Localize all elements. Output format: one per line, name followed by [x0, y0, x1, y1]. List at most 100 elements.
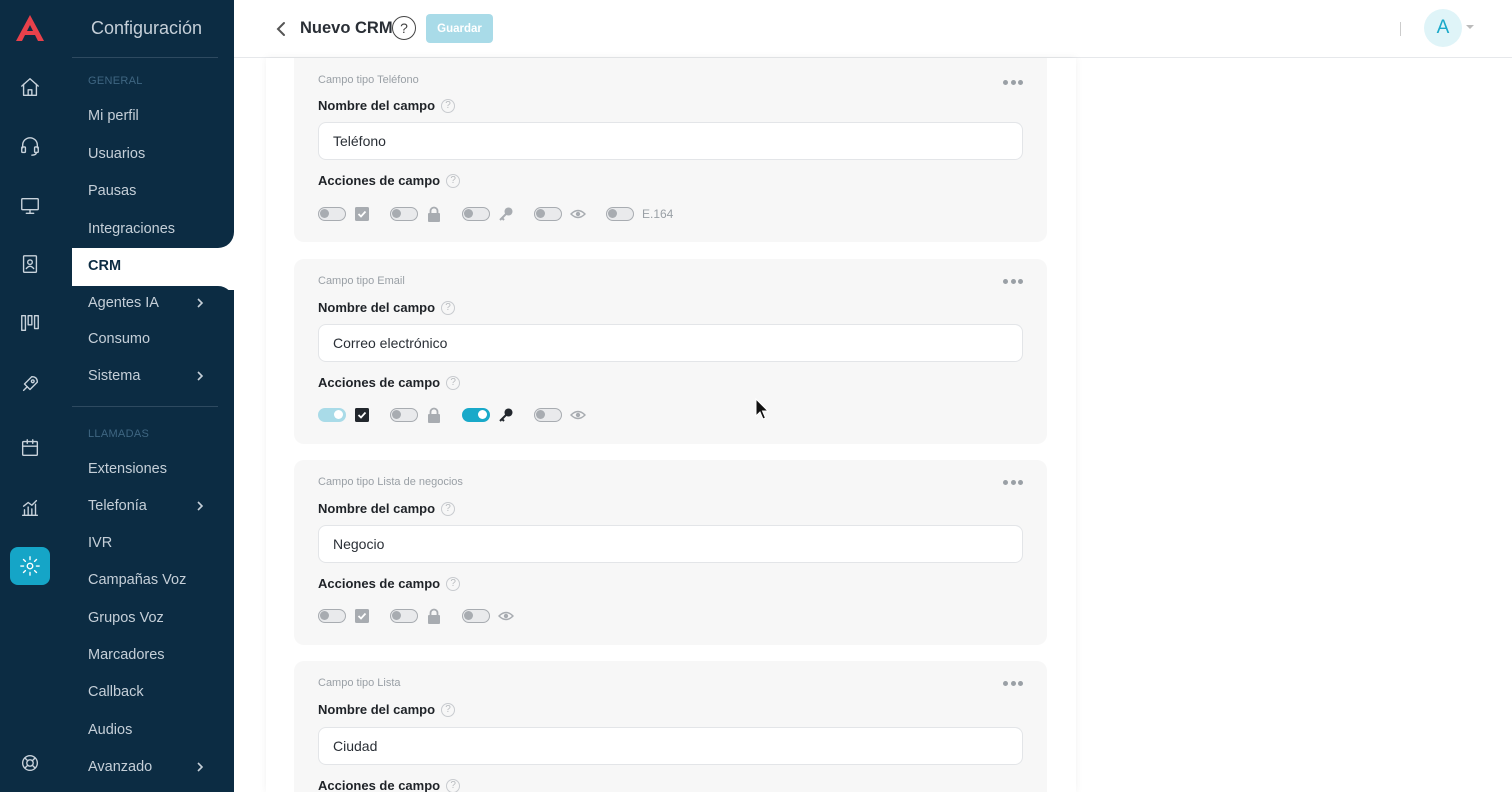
visible-toggle[interactable]: [534, 207, 562, 221]
field-card-telefono: Campo tipo Teléfono Nombre del campo ? T…: [294, 58, 1047, 242]
rocket-icon[interactable]: [16, 370, 44, 398]
home-icon[interactable]: [16, 73, 44, 101]
help-icon[interactable]: ?: [441, 501, 456, 516]
sidebar-item-ivr[interactable]: IVR: [72, 525, 234, 561]
chevron-right-icon: [197, 501, 204, 511]
section-label-llamadas: LLAMADAS: [88, 428, 150, 440]
avatar[interactable]: A: [1424, 9, 1462, 47]
visible-toggle[interactable]: [462, 609, 490, 623]
back-arrow-icon[interactable]: [274, 20, 288, 38]
help-icon[interactable]: ?: [446, 173, 461, 188]
field-name-input[interactable]: Negocio: [318, 525, 1023, 563]
checkbox-checked-icon: [354, 407, 370, 423]
mouse-cursor-icon: [755, 398, 769, 420]
sidebar-item-grupos-voz[interactable]: Grupos Voz: [72, 600, 234, 636]
sidebar-item-extensiones[interactable]: Extensiones: [72, 451, 234, 487]
header-divider: [1400, 22, 1401, 36]
sidebar-item-crm[interactable]: CRM: [72, 248, 234, 284]
chevron-right-icon: [197, 371, 204, 381]
field-type-label: Campo tipo Email: [318, 275, 405, 287]
locked-toggle[interactable]: [390, 207, 418, 221]
field-name-label: Nombre del campo ?: [318, 300, 456, 315]
e164-label: E.164: [642, 207, 674, 221]
visible-toggle[interactable]: [534, 408, 562, 422]
reports-icon[interactable]: [16, 494, 44, 522]
field-actions-label-text: Acciones de campo: [318, 173, 441, 188]
locked-toggle[interactable]: [390, 408, 418, 422]
field-actions-row: E.164: [318, 205, 673, 223]
sidebar-item-pausas[interactable]: Pausas: [72, 173, 234, 209]
field-actions-label: Acciones de campo ?: [318, 173, 461, 188]
headset-icon[interactable]: [16, 132, 44, 160]
sidebar-item-label: Agentes IA: [88, 295, 159, 311]
chevron-right-icon: [197, 762, 204, 772]
help-icon[interactable]: ?: [446, 778, 461, 792]
e164-toggle[interactable]: [606, 207, 634, 221]
field-actions-label: Acciones de campo ?: [318, 375, 461, 390]
unique-key-toggle[interactable]: [462, 408, 490, 422]
sidebar-item-marcadores[interactable]: Marcadores: [72, 637, 234, 673]
field-name-input[interactable]: Correo electrónico: [318, 324, 1023, 362]
field-name-label-text: Nombre del campo: [318, 98, 436, 113]
lock-icon: [426, 608, 442, 624]
save-button[interactable]: Guardar: [426, 14, 493, 43]
help-icon[interactable]: ?: [441, 702, 456, 717]
unique-key-toggle[interactable]: [462, 207, 490, 221]
top-header: Nuevo CRM ? Guardar A: [234, 0, 1512, 58]
sidebar-item-telefonia[interactable]: Telefonía: [72, 488, 234, 524]
sidebar-divider: [72, 406, 218, 407]
app-logo-icon[interactable]: [14, 13, 46, 43]
sidebar-item-agentes-ia[interactable]: Agentes IA: [72, 285, 234, 321]
sidebar-item-sistema[interactable]: Sistema: [72, 358, 234, 394]
sidebar-title: Configuración: [91, 18, 203, 38]
help-icon[interactable]: ?: [441, 98, 456, 113]
checkbox-checked-icon: [354, 608, 370, 624]
field-name-label-text: Nombre del campo: [318, 501, 436, 516]
kanban-icon[interactable]: [16, 309, 44, 337]
sidebar-item-label: Avanzado: [88, 759, 153, 775]
sidebar-item-mi-perfil[interactable]: Mi perfil: [72, 98, 234, 134]
sidebar-divider: [72, 57, 218, 58]
field-actions-label-text: Acciones de campo: [318, 778, 441, 792]
help-icon[interactable]: ?: [446, 375, 461, 390]
sidebar-item-callback[interactable]: Callback: [72, 674, 234, 710]
settings-gear-icon[interactable]: [10, 547, 50, 585]
sidebar-item-label: Telefonía: [88, 498, 147, 514]
help-icon[interactable]: ?: [446, 576, 461, 591]
required-toggle[interactable]: [318, 609, 346, 623]
contacts-book-icon[interactable]: [16, 250, 44, 278]
field-name-input[interactable]: Teléfono: [318, 122, 1023, 160]
field-card-lista: Campo tipo Lista Nombre del campo ? Ciud…: [294, 661, 1047, 792]
sidebar-item-consumo[interactable]: Consumo: [72, 321, 234, 357]
field-name-label: Nombre del campo ?: [318, 702, 456, 717]
help-icon[interactable]: ?: [392, 16, 416, 40]
field-name-label-text: Nombre del campo: [318, 300, 436, 315]
more-options-icon[interactable]: [1003, 480, 1023, 486]
field-type-label: Campo tipo Teléfono: [318, 74, 419, 86]
help-icon[interactable]: ?: [441, 300, 456, 315]
sidebar-item-usuarios[interactable]: Usuarios: [72, 136, 234, 172]
more-options-icon[interactable]: [1003, 681, 1023, 687]
field-name-input[interactable]: Ciudad: [318, 727, 1023, 765]
checkbox-checked-icon: [354, 206, 370, 222]
icon-rail: [0, 0, 60, 792]
support-lifebuoy-icon[interactable]: [16, 749, 44, 777]
field-actions-label: Acciones de campo ?: [318, 576, 461, 591]
sidebar-item-label: Sistema: [88, 368, 141, 384]
required-toggle[interactable]: [318, 207, 346, 221]
more-options-icon[interactable]: [1003, 80, 1023, 86]
lock-icon: [426, 407, 442, 423]
sidebar-item-campanas-voz[interactable]: Campañas Voz: [72, 562, 234, 598]
caret-down-icon[interactable]: [1466, 25, 1474, 29]
monitor-icon[interactable]: [16, 192, 44, 220]
required-toggle[interactable]: [318, 408, 346, 422]
field-name-label-text: Nombre del campo: [318, 702, 436, 717]
more-options-icon[interactable]: [1003, 279, 1023, 285]
sidebar-item-integraciones[interactable]: Integraciones: [72, 211, 234, 247]
sidebar-item-audios[interactable]: Audios: [72, 712, 234, 748]
field-actions-row: [318, 406, 606, 424]
field-actions-label-text: Acciones de campo: [318, 576, 441, 591]
calendar-icon[interactable]: [16, 434, 44, 462]
sidebar-item-avanzado[interactable]: Avanzado: [72, 749, 234, 785]
locked-toggle[interactable]: [390, 609, 418, 623]
